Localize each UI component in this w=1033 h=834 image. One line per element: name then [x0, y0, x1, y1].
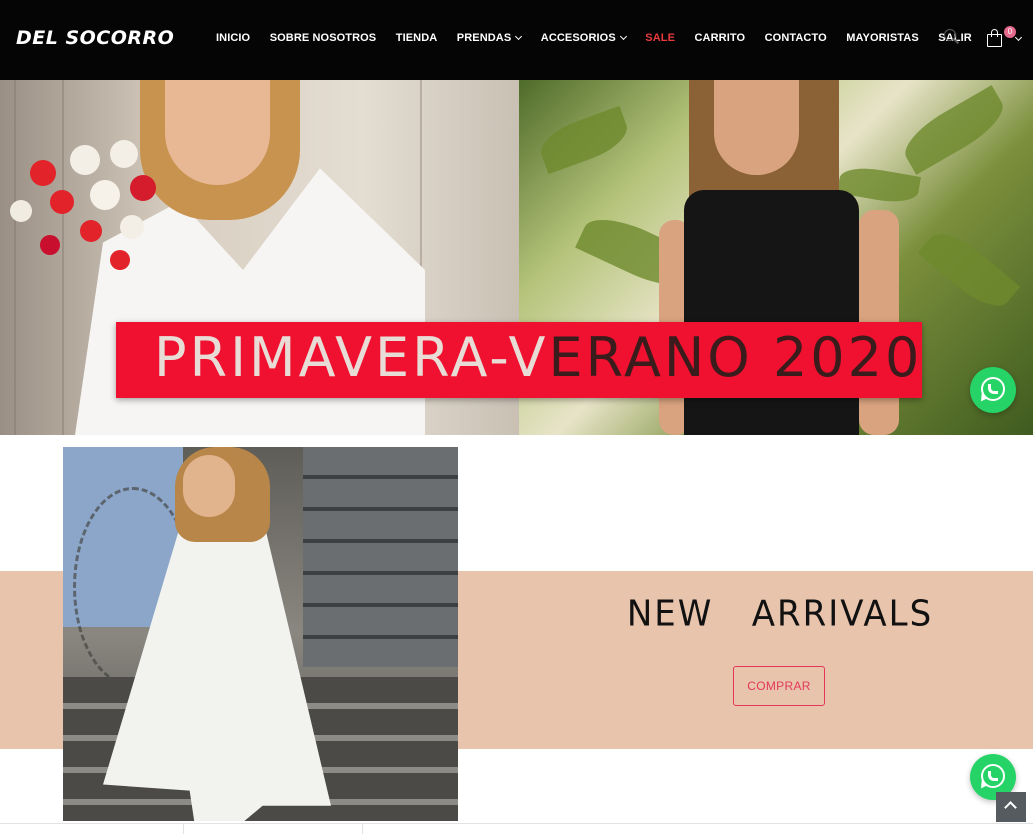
season-banner: PRIMAVERA-VERANO 2020 [116, 322, 922, 398]
nav-item-label: CONTACTO [764, 32, 827, 44]
season-banner-text-light: PRIMAVERA-V [154, 326, 549, 389]
nav-item-label: SALE [645, 32, 676, 44]
site-header: DEL SOCORRO INICIO SOBRE NOSOTROS TIENDA… [0, 0, 1033, 80]
new-arrivals-title: NEW ARRIVALS [626, 593, 934, 635]
nav-item-label: PRENDAS [456, 32, 512, 44]
main-nav: INICIO SOBRE NOSOTROS TIENDA PRENDAS ACC… [216, 32, 991, 44]
nav-item-carrito[interactable]: CARRITO [695, 32, 746, 44]
chevron-down-icon [515, 32, 523, 41]
nav-item-label: CARRITO [694, 32, 746, 44]
arrow-up-icon [1004, 801, 1017, 814]
nav-item-inicio[interactable]: INICIO [216, 32, 250, 44]
nav-item-contacto[interactable]: CONTACTO [765, 32, 827, 44]
new-arrivals-photo [63, 447, 458, 821]
chevron-down-icon [619, 32, 627, 41]
page: DEL SOCORRO INICIO SOBRE NOSOTROS TIENDA… [0, 0, 1033, 834]
back-to-top-button[interactable] [996, 792, 1026, 822]
season-banner-text-dark: ERANO 2020 [548, 326, 923, 389]
flower-bouquet [10, 140, 210, 320]
nav-item-mayoristas[interactable]: MAYORISTAS [846, 32, 919, 44]
cart-count-badge: 0 [1004, 26, 1016, 38]
nav-item-label: INICIO [216, 32, 251, 44]
nav-item-tienda[interactable]: TIENDA [396, 32, 438, 44]
footer-edge [0, 823, 1033, 834]
nav-item-label: TIENDA [395, 32, 438, 44]
season-banner-text: PRIMAVERA-VERANO 2020 [154, 326, 922, 389]
cart-icon[interactable] [986, 28, 1004, 48]
nav-item-sale[interactable]: SALE [645, 32, 675, 44]
comprar-button[interactable]: COMPRAR [733, 666, 825, 706]
site-logo[interactable]: DEL SOCORRO [16, 27, 174, 49]
nav-item-label: MAYORISTAS [846, 32, 919, 44]
nav-item-sobre-nosotros[interactable]: SOBRE NOSOTROS [270, 32, 377, 44]
nav-item-accesorios[interactable]: ACCESORIOS [540, 32, 627, 44]
chevron-down-icon[interactable] [1014, 33, 1023, 42]
nav-item-label: ACCESORIOS [540, 32, 616, 44]
search-icon[interactable] [944, 29, 960, 45]
hero-slider[interactable]: PRIMAVERA-VERANO 2020 [0, 80, 1033, 435]
nav-item-prendas[interactable]: PRENDAS [456, 32, 523, 44]
whatsapp-icon[interactable] [970, 367, 1016, 413]
nav-item-label: SOBRE NOSOTROS [269, 32, 377, 44]
